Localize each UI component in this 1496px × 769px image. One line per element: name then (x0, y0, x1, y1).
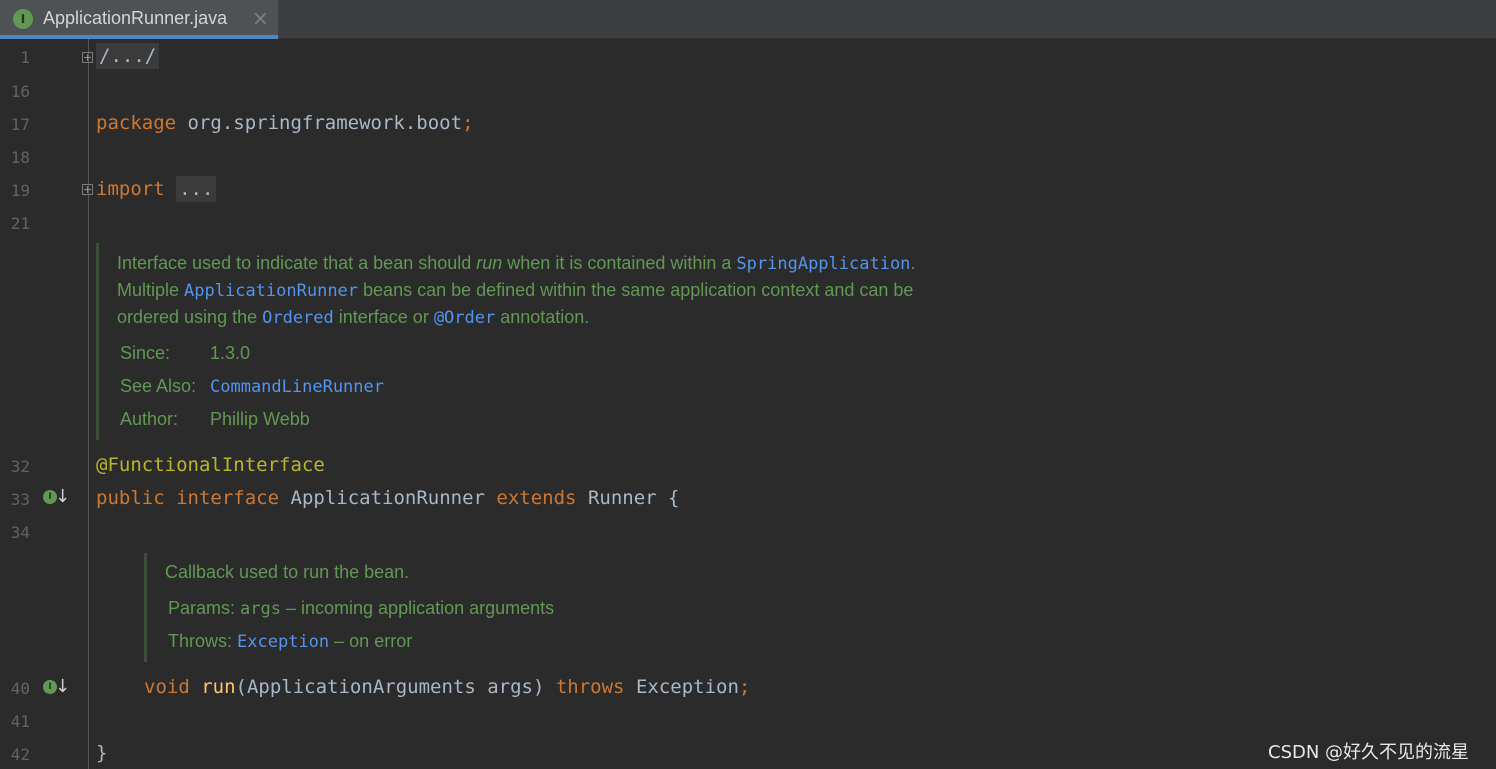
method-doc-summary: Callback used to run the bean. (165, 562, 410, 582)
doc-line: Multiple ApplicationRunner beans can be … (117, 280, 913, 301)
keyword-throws: throws (555, 676, 625, 698)
doc-emphasis: run (476, 253, 503, 273)
doc-link-exception[interactable]: Exception (237, 632, 329, 652)
doc-link-commandlinerunner[interactable]: CommandLineRunner (210, 377, 384, 397)
doc-tag-since-label: Since: (120, 343, 171, 363)
interface-icon: I (13, 9, 33, 29)
doc-bar (96, 243, 99, 440)
doc-text: Interface used to indicate that a bean s… (117, 253, 477, 273)
line-number: 34 (10, 523, 30, 542)
line-number: 41 (10, 712, 30, 731)
keyword-interface: interface (176, 487, 280, 509)
semicolon: ; (738, 676, 751, 698)
doc-tag-since-value: 1.3.0 (210, 343, 251, 363)
line-number: 16 (10, 82, 30, 101)
doc-text: Multiple (117, 280, 185, 300)
doc-text: beans can be defined within the same app… (358, 280, 914, 300)
doc-text: . (910, 253, 916, 273)
keyword-package: package (96, 112, 177, 134)
doc-throws-desc: – on error (329, 631, 413, 651)
doc-param-desc: – incoming application arguments (281, 598, 555, 618)
editor-tab-bar: I ApplicationRunner.java × (0, 0, 1496, 39)
doc-link-ordered[interactable]: Ordered (262, 308, 334, 328)
code-line-annotation[interactable]: @FunctionalInterface (96, 454, 325, 476)
line-number: 19 (10, 181, 30, 200)
method-doc-params: Params: args – incoming application argu… (168, 598, 554, 619)
gutter-divider (88, 39, 89, 769)
close-brace: } (96, 742, 108, 764)
line-number: 21 (10, 214, 30, 233)
line-number: 17 (10, 115, 30, 134)
code-line-package[interactable]: package org.springframework.boot; (96, 112, 474, 134)
fold-expand-icon[interactable]: + (82, 52, 93, 63)
code-line-close[interactable]: } (96, 742, 107, 764)
class-name: ApplicationRunner (290, 487, 485, 509)
doc-text: interface or (333, 307, 434, 327)
doc-tag-see-also-label: See Also: (120, 376, 197, 396)
doc-text: ordered using the (117, 307, 263, 327)
code-line-interface-decl[interactable]: public interface ApplicationRunner exten… (96, 487, 680, 509)
package-name: org.springframework.boot (176, 112, 463, 134)
doc-link-applicationrunner[interactable]: ApplicationRunner (184, 281, 358, 301)
keyword-extends: extends (496, 487, 577, 509)
open-brace: { (668, 487, 680, 509)
doc-tag-params-label: Params: (168, 598, 236, 618)
doc-bar (144, 553, 147, 662)
tab-application-runner[interactable]: I ApplicationRunner.java × (0, 0, 278, 39)
doc-tag-author-label: Author: (120, 409, 179, 429)
doc-tag-see-also-value: CommandLineRunner (210, 376, 384, 397)
close-icon[interactable]: × (252, 6, 269, 30)
code-line-import[interactable]: import ... (96, 176, 217, 202)
line-number: 32 (10, 457, 30, 476)
exception-type: Exception (635, 676, 739, 698)
method-params: (ApplicationArguments args) (235, 676, 545, 698)
line-number: 18 (10, 148, 30, 167)
code-line-header[interactable]: /.../ (96, 43, 160, 69)
method-doc-throws: Throws: Exception – on error (168, 631, 412, 652)
line-number: 33 (10, 490, 30, 509)
fold-expand-icon[interactable]: + (82, 184, 93, 195)
doc-text: when it is contained within a (502, 253, 737, 273)
doc-link-springapplication[interactable]: SpringApplication (736, 254, 910, 274)
line-number: 42 (10, 745, 30, 764)
semicolon: ; (462, 112, 474, 134)
doc-line: Interface used to indicate that a bean s… (117, 253, 915, 274)
keyword-import: import (96, 178, 165, 200)
annotation: @FunctionalInterface (96, 454, 325, 476)
method-name: run (201, 676, 236, 698)
keyword-public: public (96, 487, 165, 509)
line-number: 1 (20, 48, 30, 67)
arrow-down-icon[interactable]: ↓ (55, 676, 70, 697)
doc-text: annotation. (495, 307, 590, 327)
watermark: CSDN @好久不见的流星 (1268, 742, 1470, 763)
arrow-down-icon[interactable]: ↓ (55, 486, 70, 507)
doc-tag-author-value: Phillip Webb (210, 409, 310, 429)
folded-imports[interactable]: ... (176, 176, 217, 202)
keyword-void: void (144, 676, 190, 698)
code-line-method[interactable]: void run(ApplicationArguments args) thro… (144, 676, 750, 698)
doc-tag-throws-label: Throws: (168, 631, 233, 651)
doc-param-name: args (240, 599, 281, 619)
super-interface: Runner (587, 487, 657, 509)
doc-link-order[interactable]: @Order (434, 308, 495, 328)
line-number: 40 (10, 679, 30, 698)
folded-header[interactable]: /.../ (96, 43, 160, 69)
tab-title: ApplicationRunner.java (43, 8, 228, 28)
doc-line: ordered using the Ordered interface or @… (117, 307, 589, 328)
